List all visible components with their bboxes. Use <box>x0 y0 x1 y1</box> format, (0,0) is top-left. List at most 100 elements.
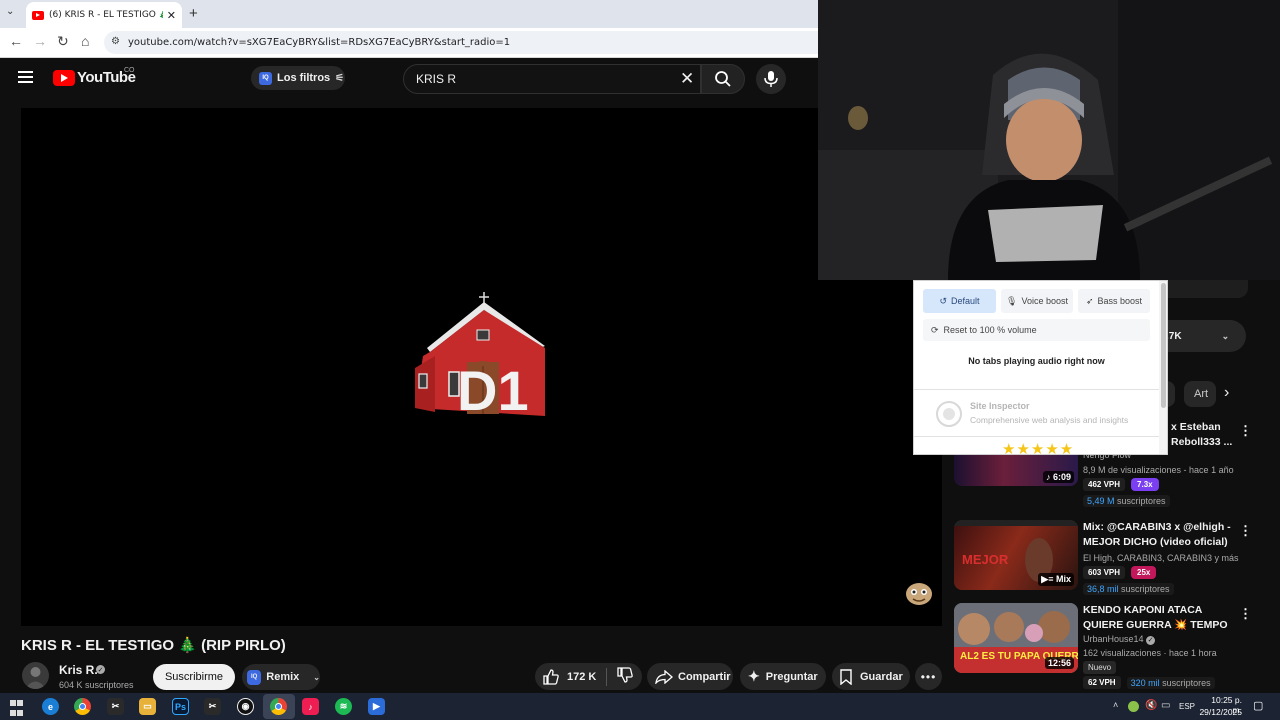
new-badge: Nuevo <box>1083 661 1117 674</box>
kebab-menu-icon[interactable]: ⋮ <box>1239 523 1252 539</box>
svg-text:MEJOR: MEJOR <box>962 552 1009 567</box>
ask-button[interactable]: ✦ Preguntar <box>740 663 826 690</box>
save-button[interactable]: Guardar <box>832 663 910 690</box>
like-button[interactable]: 172 K <box>543 668 597 685</box>
mute-icon[interactable]: 🔇 <box>1145 700 1157 711</box>
divider <box>606 667 608 686</box>
video-title[interactable]: KENDO KAPONI ATACA QUIERE GUERRA 💥 TEMPO… <box>1083 603 1233 633</box>
filter-chip-art[interactable]: Art <box>1184 381 1216 407</box>
microphone-icon: 🎙 <box>1006 295 1018 306</box>
youtube-logo-icon[interactable] <box>53 70 75 86</box>
tab-title: (6) KRIS R - EL TESTIGO 🎄 (RIP <box>49 10 163 20</box>
obs-icon[interactable]: ◉ <box>237 698 254 715</box>
site-inspector-description: Comprehensive web analysis and insights <box>970 415 1129 425</box>
channel-avatar[interactable] <box>22 662 49 689</box>
like-count: 172 K <box>567 670 597 683</box>
microphone-icon <box>764 71 778 87</box>
bookmark-icon <box>840 668 852 685</box>
new-badge-row: Nuevo <box>1083 661 1117 674</box>
browser-tab[interactable]: (6) KRIS R - EL TESTIGO 🎄 (RIP ✕ <box>26 2 182 28</box>
site-info-icon[interactable]: ⚙ <box>111 36 120 47</box>
dislike-button[interactable] <box>617 667 634 686</box>
ask-label: Preguntar <box>765 670 818 683</box>
multiplier-badge: 25x <box>1131 566 1157 579</box>
channel-name[interactable]: Kris R. <box>59 663 98 677</box>
bass-boost-button[interactable]: ➶ Bass boost <box>1078 289 1150 313</box>
video-stats: 8,9 M de visualizaciones - hace 1 año <box>1083 465 1234 475</box>
webcam-overlay <box>818 0 1280 280</box>
video-thumbnail[interactable]: MEJOR ▶≡ Mix <box>954 520 1078 590</box>
forward-icon[interactable]: → <box>33 33 47 49</box>
filters-button[interactable]: IQ Los filtros ⚟ <box>251 66 345 90</box>
share-button[interactable]: Compartir <box>647 663 733 690</box>
file-explorer-icon[interactable]: ▭ <box>139 698 156 715</box>
kebab-menu-icon[interactable]: ⋮ <box>1239 606 1252 622</box>
d1-logo-text: D1 <box>457 359 529 420</box>
video-title[interactable]: x Esteban Reboll333 ... <box>1171 420 1241 450</box>
vph-badge: 462 VPH <box>1083 478 1126 491</box>
site-inspector-title[interactable]: Site Inspector <box>970 401 1030 411</box>
vph-badges: 603 VPH 25x <box>1083 566 1157 579</box>
list-item[interactable]: AL2 ES TU PAPA QUERREA CON 12:56 KENDO K… <box>954 603 1254 689</box>
tray-app-icon[interactable] <box>1128 701 1139 712</box>
more-actions-button[interactable]: ••• <box>915 663 942 690</box>
filters-label: Los filtros <box>277 72 331 84</box>
thumbs-down-icon <box>617 667 634 683</box>
edge-icon[interactable]: e <box>42 698 59 715</box>
reset-volume-button[interactable]: ⟳ Reset to 100 % volume <box>923 319 1150 341</box>
capcut-icon[interactable]: ✂ <box>204 698 221 715</box>
spotify-icon[interactable]: ≋ <box>335 698 352 715</box>
new-tab-icon[interactable]: + <box>189 5 198 22</box>
share-icon <box>655 669 673 684</box>
home-icon[interactable]: ⌂ <box>81 33 89 49</box>
app-icon[interactable]: ▶ <box>368 698 385 715</box>
language-indicator[interactable]: ESP <box>1179 702 1195 711</box>
hamburger-menu-icon[interactable] <box>18 71 33 83</box>
url-text: youtube.com/watch?v=sXG7EaCyBRY&list=RDs… <box>128 37 511 48</box>
channel-name[interactable]: El High, CARABIN3, CARABIN3 y más <box>1083 553 1239 563</box>
search-icon <box>715 71 731 87</box>
chrome-icon[interactable] <box>270 698 287 715</box>
verified-icon: ✓ <box>1146 636 1156 645</box>
tiktok-icon[interactable]: ♪ <box>302 698 319 715</box>
default-mode-button[interactable]: ↺ Default <box>923 289 996 313</box>
vph-badge: 603 VPH <box>1083 566 1126 579</box>
notification-icon[interactable]: ▢ <box>1253 699 1263 712</box>
save-label: Guardar <box>860 670 903 683</box>
back-icon[interactable]: ← <box>9 33 23 49</box>
search-button[interactable] <box>701 64 745 94</box>
reload-icon[interactable]: ↻ <box>57 33 69 50</box>
sparkle-icon: ✦ <box>748 668 760 684</box>
search-input[interactable]: KRIS R <box>403 64 701 94</box>
tab-close-icon[interactable]: ✕ <box>167 9 176 22</box>
windows-start-icon[interactable] <box>9 698 25 716</box>
voice-boost-button[interactable]: 🎙 Voice boost <box>1001 289 1073 313</box>
kebab-menu-icon[interactable]: ⋮ <box>1239 423 1252 439</box>
remix-button[interactable]: IQ Remix ⌄ <box>242 664 320 690</box>
webcam-person-image <box>818 0 1280 280</box>
tray-overflow-icon[interactable]: ˄ <box>1113 700 1118 710</box>
address-bar[interactable]: youtube.com/watch?v=sXG7EaCyBRY&list=RDs… <box>104 31 818 54</box>
channel-name[interactable]: UrbanHouse14 ✓ <box>1083 634 1156 645</box>
video-thumbnail[interactable]: AL2 ES TU PAPA QUERREA CON 12:56 <box>954 603 1078 673</box>
subscribe-button[interactable]: Suscribirme <box>153 664 235 690</box>
video-title[interactable]: Mix: @CARABIN3 x @elhigh - MEJOR DICHO (… <box>1083 520 1233 550</box>
mix-badge: ▶≡ Mix <box>1038 573 1074 586</box>
verified-icon: ✓ <box>96 665 105 674</box>
network-icon[interactable]: ▭ <box>1161 700 1170 711</box>
voice-search-button[interactable] <box>756 64 786 94</box>
clear-search-icon[interactable]: ✕ <box>680 69 694 89</box>
list-item[interactable]: MEJOR ▶≡ Mix Mix: @CARABIN3 x @elhigh - … <box>954 520 1254 606</box>
tab-search-icon[interactable]: ⌄ <box>6 6 14 17</box>
chevron-down-icon[interactable]: ⌄ <box>313 673 320 682</box>
chrome-icon[interactable] <box>74 698 91 715</box>
rating-stars[interactable]: ★★★★★ <box>1002 440 1074 454</box>
like-dislike-group: 172 K <box>535 663 642 690</box>
popup-scrollbar[interactable] <box>1159 281 1167 454</box>
photoshop-icon[interactable]: Ps <box>172 698 189 715</box>
subscriber-count: 5,49 M suscriptores <box>1083 495 1170 507</box>
mascot-sticker-icon[interactable] <box>904 580 934 606</box>
capcut-icon[interactable]: ✂ <box>107 698 124 715</box>
clock-date[interactable]: 29/12/2025 <box>1198 707 1242 717</box>
chevron-right-icon[interactable]: › <box>1224 384 1229 402</box>
